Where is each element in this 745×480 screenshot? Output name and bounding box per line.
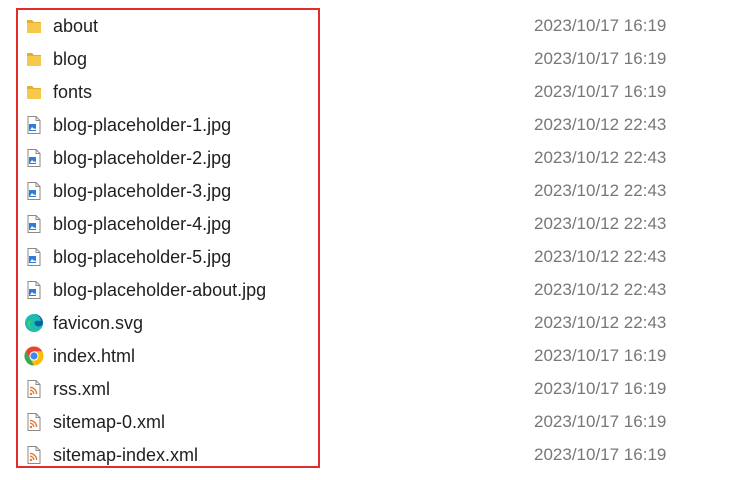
file-date: 2023/10/17 16:19 xyxy=(534,412,667,431)
file-date: 2023/10/17 16:19 xyxy=(534,445,667,464)
rss-file-icon xyxy=(24,445,44,465)
file-name: blog-placeholder-4.jpg xyxy=(53,214,232,234)
image-file-icon xyxy=(24,280,44,300)
image-file-icon xyxy=(24,181,44,201)
file-date: 2023/10/12 22:43 xyxy=(534,280,667,299)
file-name: blog-placeholder-1.jpg xyxy=(53,115,232,135)
folder-icon xyxy=(24,82,44,102)
rss-file-icon xyxy=(24,412,44,432)
folder-icon xyxy=(24,49,44,69)
file-name: sitemap-0.xml xyxy=(53,412,166,432)
file-date: 2023/10/17 16:19 xyxy=(534,16,667,35)
chrome-browser-icon xyxy=(24,346,44,366)
file-name: blog-placeholder-2.jpg xyxy=(53,148,232,168)
file-row-fonts[interactable]: fonts 2023/10/17 16:19 xyxy=(0,77,745,107)
folder-icon xyxy=(24,16,44,36)
file-row-blog-placeholder-4[interactable]: blog-placeholder-4.jpg 2023/10/12 22:43 xyxy=(0,209,745,239)
file-date: 2023/10/12 22:43 xyxy=(534,247,667,266)
file-name: sitemap-index.xml xyxy=(53,445,199,465)
file-row-rss-xml[interactable]: rss.xml 2023/10/17 16:19 xyxy=(0,374,745,404)
file-date: 2023/10/12 22:43 xyxy=(534,181,667,200)
edge-browser-icon xyxy=(24,313,44,333)
file-date: 2023/10/17 16:19 xyxy=(534,379,667,398)
file-row-sitemap-index-xml[interactable]: sitemap-index.xml 2023/10/17 16:19 xyxy=(0,440,745,470)
file-name: favicon.svg xyxy=(53,313,144,333)
file-row-blog-placeholder-2[interactable]: blog-placeholder-2.jpg 2023/10/12 22:43 xyxy=(0,143,745,173)
file-name: blog-placeholder-3.jpg xyxy=(53,181,232,201)
file-list: about 2023/10/17 16:19 blog 2023/10/17 1… xyxy=(0,0,745,480)
file-date: 2023/10/17 16:19 xyxy=(534,82,667,101)
image-file-icon xyxy=(24,148,44,168)
file-row-blog-placeholder-5[interactable]: blog-placeholder-5.jpg 2023/10/12 22:43 xyxy=(0,242,745,272)
file-name: blog-placeholder-about.jpg xyxy=(53,280,267,300)
image-file-icon xyxy=(24,115,44,135)
file-row-about[interactable]: about 2023/10/17 16:19 xyxy=(0,11,745,41)
file-date: 2023/10/12 22:43 xyxy=(534,115,667,134)
file-name: index.html xyxy=(53,346,136,366)
file-row-favicon[interactable]: favicon.svg 2023/10/12 22:43 xyxy=(0,308,745,338)
file-date: 2023/10/12 22:43 xyxy=(534,148,667,167)
file-row-blog[interactable]: blog 2023/10/17 16:19 xyxy=(0,44,745,74)
file-row-blog-placeholder-1[interactable]: blog-placeholder-1.jpg 2023/10/12 22:43 xyxy=(0,110,745,140)
file-name: about xyxy=(53,16,99,36)
file-date: 2023/10/12 22:43 xyxy=(534,313,667,332)
file-row-blog-placeholder-3[interactable]: blog-placeholder-3.jpg 2023/10/12 22:43 xyxy=(0,176,745,206)
file-date: 2023/10/17 16:19 xyxy=(534,346,667,365)
file-row-index-html[interactable]: index.html 2023/10/17 16:19 xyxy=(0,341,745,371)
file-row-blog-placeholder-about[interactable]: blog-placeholder-about.jpg 2023/10/12 22… xyxy=(0,275,745,305)
file-row-sitemap-0-xml[interactable]: sitemap-0.xml 2023/10/17 16:19 xyxy=(0,407,745,437)
file-name: rss.xml xyxy=(53,379,110,399)
file-name: fonts xyxy=(53,82,93,102)
file-name: blog xyxy=(53,49,88,69)
rss-file-icon xyxy=(24,379,44,399)
file-date: 2023/10/17 16:19 xyxy=(534,49,667,68)
file-date: 2023/10/12 22:43 xyxy=(534,214,667,233)
file-name: blog-placeholder-5.jpg xyxy=(53,247,232,267)
image-file-icon xyxy=(24,247,44,267)
image-file-icon xyxy=(24,214,44,234)
